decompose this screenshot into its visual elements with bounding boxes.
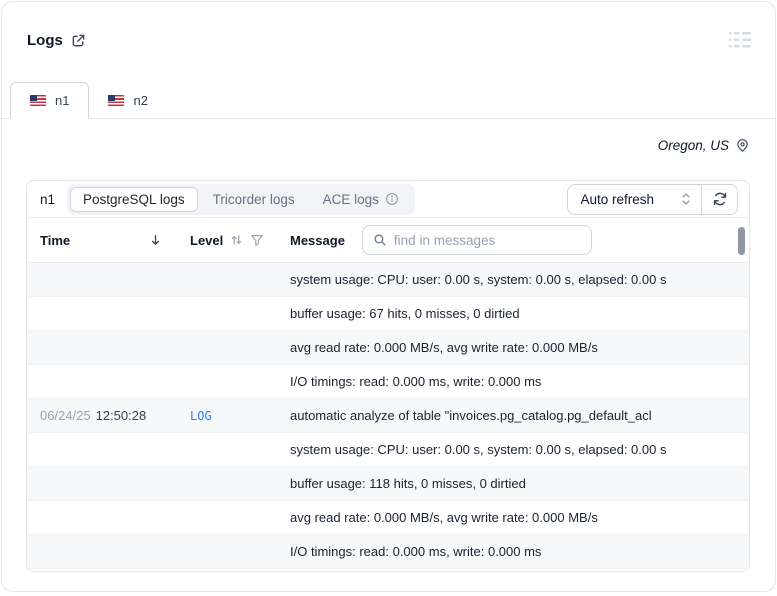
log-message: system usage: CPU: user: 0.00 s, system:… — [290, 272, 667, 287]
log-row[interactable]: I/O timings: read: 0.000 ms, write: 0.00… — [27, 365, 749, 399]
column-label: Message — [290, 232, 345, 248]
log-table-body: system usage: CPU: user: 0.00 s, system:… — [27, 263, 749, 569]
page-title-row: Logs — [27, 32, 86, 49]
panel-menu-icon[interactable] — [729, 30, 751, 50]
refresh-icon — [712, 191, 728, 207]
cell-message: I/O timings: read: 0.000 ms, write: 0.00… — [290, 544, 749, 559]
filter-icon[interactable] — [250, 233, 264, 247]
source-label: ACE logs — [322, 191, 379, 207]
cell-message: avg read rate: 0.000 MB/s, avg write rat… — [290, 510, 749, 525]
auto-refresh-select[interactable]: Auto refresh — [568, 185, 701, 214]
us-flag-icon — [30, 95, 46, 106]
search-icon — [373, 233, 387, 247]
logs-card: Logs n1 n2 Oregon, US n1 PostgreSQL logs… — [1, 1, 776, 592]
region-label: Oregon, US — [657, 138, 729, 153]
log-message: automatic analyze of table "invoices.pg_… — [290, 408, 652, 423]
scrollbar-thumb[interactable] — [738, 227, 745, 255]
cell-level: LOG — [190, 409, 290, 423]
region-indicator: Oregon, US — [658, 138, 750, 153]
log-message: avg read rate: 0.000 MB/s, avg write rat… — [290, 510, 598, 525]
log-level-badge: LOG — [190, 408, 212, 423]
sort-desc-icon[interactable] — [149, 233, 162, 247]
source-tricorder-logs[interactable]: Tricorder logs — [200, 187, 308, 212]
log-message: I/O timings: read: 0.000 ms, write: 0.00… — [290, 374, 542, 389]
us-flag-icon — [108, 94, 125, 106]
cell-message: automatic analyze of table "invoices.pg_… — [290, 408, 749, 423]
cell-message: system usage: CPU: user: 0.00 s, system:… — [290, 442, 749, 457]
auto-refresh-label: Auto refresh — [580, 191, 654, 207]
tab-label: n2 — [133, 92, 148, 108]
log-table-header: Time Level Message find in messages — [27, 218, 749, 263]
log-message: I/O timings: read: 0.000 ms, write: 0.00… — [290, 544, 542, 559]
message-search — [361, 225, 592, 255]
page-title: Logs — [27, 32, 63, 49]
tab-n2[interactable]: n2 — [89, 82, 166, 118]
log-row[interactable]: avg read rate: 0.000 MB/s, avg write rat… — [27, 331, 749, 365]
refresh-button[interactable] — [701, 184, 737, 214]
info-icon — [385, 192, 399, 206]
log-row[interactable]: buffer usage: 67 hits, 0 misses, 0 dirti… — [27, 297, 749, 331]
tab-n1[interactable]: n1 — [10, 82, 90, 119]
log-time: 12:50:28 — [95, 408, 147, 423]
log-message: system usage: CPU: user: 0.00 s, system:… — [290, 442, 667, 457]
column-header-level[interactable]: Level — [190, 233, 290, 248]
column-header-message: Message — [290, 225, 749, 255]
log-message: avg read rate: 0.000 MB/s, avg write rat… — [290, 340, 598, 355]
node-tabs: n1 n2 — [2, 82, 775, 119]
vertical-scrollbar[interactable] — [738, 225, 745, 567]
log-message: buffer usage: 118 hits, 0 misses, 0 dirt… — [290, 476, 526, 491]
log-source-switcher: PostgreSQL logs Tricorder logs ACE logs — [67, 183, 415, 215]
log-row[interactable]: avg read rate: 0.000 MB/s, avg write rat… — [27, 501, 749, 535]
cell-message: I/O timings: read: 0.000 ms, write: 0.00… — [290, 374, 749, 389]
source-label: Tricorder logs — [212, 191, 295, 207]
column-label: Time — [40, 232, 71, 248]
cell-message: avg read rate: 0.000 MB/s, avg write rat… — [290, 340, 749, 355]
column-header-time[interactable]: Time — [40, 233, 190, 248]
logs-panel: n1 PostgreSQL logs Tricorder logs ACE lo… — [26, 180, 750, 572]
cell-message: buffer usage: 118 hits, 0 misses, 0 dirt… — [290, 476, 749, 491]
source-postgresql-logs[interactable]: PostgreSQL logs — [70, 186, 198, 212]
search-input[interactable] — [393, 232, 581, 248]
source-ace-logs[interactable]: ACE logs — [310, 187, 412, 212]
source-label: PostgreSQL logs — [83, 191, 185, 207]
cell-time: 06/24/25 12:50:28 — [40, 408, 190, 423]
cell-message: buffer usage: 67 hits, 0 misses, 0 dirti… — [290, 306, 749, 321]
log-date: 06/24/25 — [40, 408, 91, 423]
log-row[interactable]: I/O timings: read: 0.000 ms, write: 0.00… — [27, 535, 749, 569]
tab-label: n1 — [55, 93, 70, 108]
log-row[interactable]: system usage: CPU: user: 0.00 s, system:… — [27, 263, 749, 297]
cell-message: system usage: CPU: user: 0.00 s, system:… — [290, 272, 749, 287]
refresh-controls: Auto refresh — [567, 183, 738, 215]
log-row[interactable]: 06/24/25 12:50:28 LOG automatic analyze … — [27, 399, 749, 433]
logs-toolbar: n1 PostgreSQL logs Tricorder logs ACE lo… — [27, 181, 749, 218]
log-row[interactable]: buffer usage: 118 hits, 0 misses, 0 dirt… — [27, 467, 749, 501]
external-link-icon[interactable] — [71, 33, 86, 48]
location-pin-icon — [735, 138, 750, 153]
column-label: Level — [190, 232, 224, 248]
node-label: n1 — [40, 191, 56, 207]
log-message: buffer usage: 67 hits, 0 misses, 0 dirti… — [290, 306, 520, 321]
chevron-updown-icon — [680, 192, 692, 206]
sort-updown-icon[interactable] — [230, 233, 243, 247]
log-row[interactable]: system usage: CPU: user: 0.00 s, system:… — [27, 433, 749, 467]
